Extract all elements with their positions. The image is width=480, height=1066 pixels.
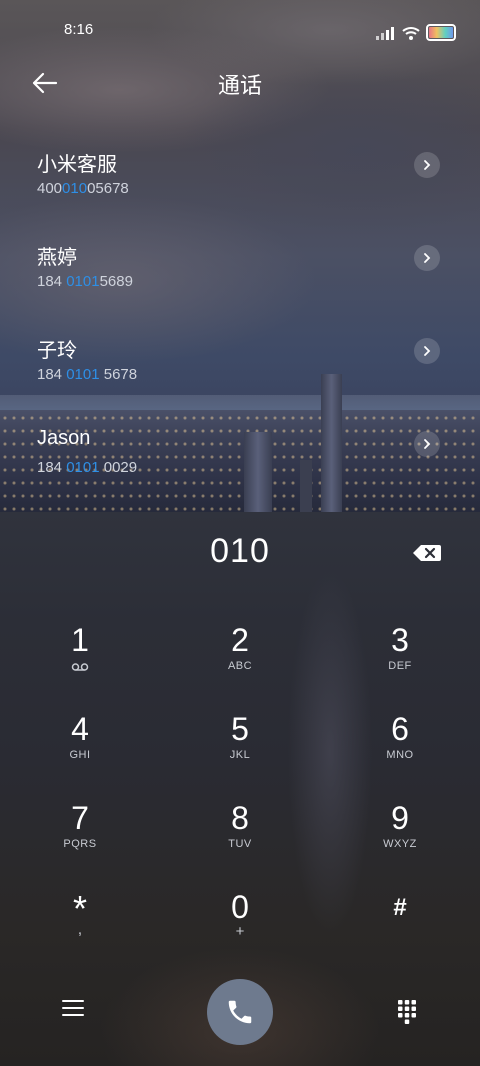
- key-hash[interactable]: #: [350, 889, 450, 967]
- number-match: 010: [62, 180, 88, 197]
- contact-item[interactable]: 小米客服 40001005678: [0, 148, 480, 220]
- battery-icon: [426, 24, 456, 41]
- status-time: 8:16: [64, 21, 94, 38]
- contact-name: 子玲: [37, 340, 77, 362]
- key-5[interactable]: 5 JKL: [190, 711, 290, 789]
- contact-name: 燕婷: [37, 247, 77, 269]
- contact-name: Jason: [37, 427, 91, 449]
- dial-input[interactable]: 010: [0, 532, 480, 571]
- key-8[interactable]: 8 TUV: [190, 800, 290, 878]
- key-0[interactable]: 0 +: [190, 889, 290, 967]
- key-6[interactable]: 6 MNO: [350, 711, 450, 789]
- contact-number: 184 0101 0029: [37, 459, 138, 476]
- wifi-icon: [402, 26, 420, 40]
- chevron-right-icon[interactable]: [414, 431, 440, 457]
- number-match: 0101: [66, 366, 100, 383]
- signal-icon: [376, 26, 396, 40]
- chevron-right-icon[interactable]: [414, 245, 440, 271]
- key-9[interactable]: 9 WXYZ: [350, 800, 450, 878]
- status-icons: [376, 24, 456, 41]
- number-match: 0101: [66, 459, 100, 476]
- contact-number: 184 0101 5678: [37, 366, 138, 383]
- key-4[interactable]: 4 GHI: [30, 711, 130, 789]
- chevron-right-icon[interactable]: [414, 338, 440, 364]
- key-3[interactable]: 3 DEF: [350, 622, 450, 700]
- menu-icon[interactable]: [62, 1000, 84, 1020]
- key-star[interactable]: * ,: [30, 889, 130, 967]
- contact-name: 小米客服: [37, 154, 117, 176]
- call-button[interactable]: [207, 979, 273, 1045]
- key-2[interactable]: 2 ABC: [190, 622, 290, 700]
- contact-number: 40001005678: [37, 180, 129, 197]
- dialpad-icon[interactable]: [397, 999, 417, 1025]
- chevron-right-icon[interactable]: [414, 152, 440, 178]
- number-match: 0101: [66, 273, 100, 290]
- contact-item[interactable]: Jason 184 0101 0029: [0, 427, 480, 499]
- contact-item[interactable]: 燕婷 184 01015689: [0, 241, 480, 313]
- page-title: 通话: [217, 73, 262, 98]
- status-bar: 8:16: [0, 0, 480, 60]
- contact-number: 184 01015689: [37, 273, 133, 290]
- contact-item[interactable]: 子玲 184 0101 5678: [0, 334, 480, 406]
- key-1[interactable]: 1: [30, 622, 130, 700]
- key-7[interactable]: 7 PQRS: [30, 800, 130, 878]
- voicemail-icon: [71, 663, 89, 671]
- phone-icon: [228, 1000, 252, 1024]
- backspace-icon[interactable]: [412, 543, 442, 563]
